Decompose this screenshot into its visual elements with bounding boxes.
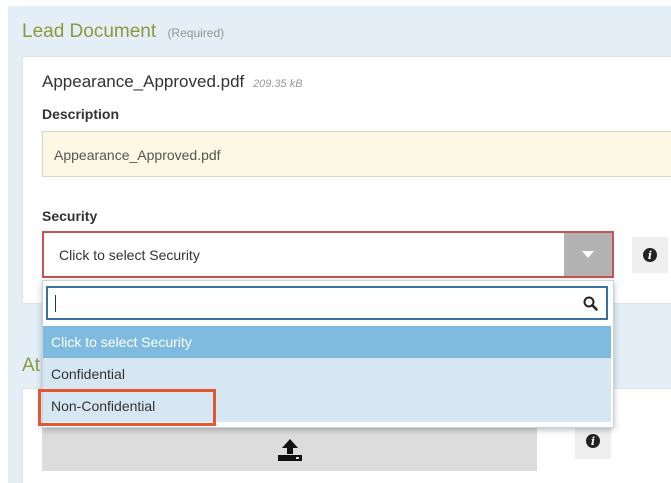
search-icon (583, 296, 598, 311)
lead-document-heading: Lead Document (Required) (22, 21, 224, 43)
chevron-down-icon[interactable] (564, 233, 612, 276)
dropdown-option-confidential[interactable]: Confidential (43, 358, 611, 390)
description-label: Description (42, 106, 120, 122)
upload-icon (277, 438, 302, 461)
attachments-title: At (22, 355, 40, 376)
dropdown-search-input[interactable] (46, 286, 608, 320)
upload-dropzone[interactable] (42, 428, 537, 471)
page: Lead Document (Required) Appearance_Appr… (0, 0, 671, 483)
file-name: Appearance_Approved.pdf (42, 72, 245, 91)
dropdown-option-click-to-select[interactable]: Click to select Security (43, 326, 611, 358)
security-info-button[interactable]: i (632, 237, 668, 273)
info-icon: i (643, 248, 657, 262)
lead-document-title: Lead Document (22, 21, 157, 42)
highlight-box (38, 389, 216, 426)
security-select-value: Click to select Security (59, 247, 200, 263)
security-select[interactable]: Click to select Security (42, 231, 614, 278)
info-icon: i (586, 434, 600, 448)
description-input[interactable]: Appearance_Approved.pdf (42, 131, 671, 177)
attachments-info-button[interactable]: i (575, 423, 611, 459)
file-size: 209.35 kB (253, 78, 303, 90)
security-label: Security (42, 208, 98, 224)
text-caret (55, 295, 56, 312)
required-note: (Required) (167, 26, 225, 40)
file-info: Appearance_Approved.pdf 209.35 kB (42, 72, 303, 92)
